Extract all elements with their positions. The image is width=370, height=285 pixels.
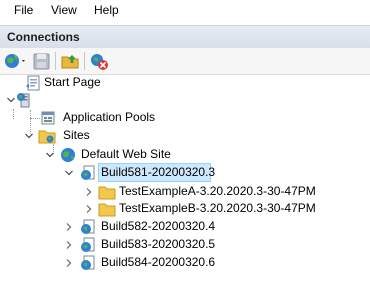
- web-app-icon: [79, 164, 97, 182]
- tree-item-server[interactable]: [4, 90, 64, 110]
- tree-item-default-web-site[interactable]: Default Web Site: [42, 145, 202, 165]
- test-example-b-label: TestExampleB-3.20.2020.3-30-47PM: [119, 201, 316, 215]
- toolbar-separator: [55, 52, 56, 70]
- chevron-down-icon[interactable]: [45, 149, 55, 159]
- application-pools-label: Application Pools: [63, 110, 156, 124]
- tree-item-build581[interactable]: Build581-20200320.3: [62, 163, 222, 183]
- start-page-label: Start Page: [44, 75, 101, 89]
- tree-item-build584[interactable]: Build584-20200320.6: [62, 253, 222, 273]
- tree-item-test-example-b[interactable]: TestExampleB-3.20.2020.3-30-47PM: [82, 199, 342, 219]
- chevron-down-icon[interactable]: [24, 130, 34, 140]
- tree-item-build582[interactable]: Build582-20200320.4: [62, 217, 222, 237]
- build581-label: Build581-20200320.3: [101, 165, 216, 179]
- build582-label: Build582-20200320.4: [101, 219, 216, 233]
- save-button[interactable]: [32, 51, 52, 71]
- tree-item-application-pools[interactable]: Application Pools: [38, 108, 218, 128]
- default-web-site-label: Default Web Site: [81, 147, 171, 161]
- globe-icon: [59, 146, 77, 164]
- sites-folder-icon: [38, 127, 56, 145]
- menu-help[interactable]: Help: [94, 3, 119, 18]
- tree-item-sites[interactable]: Sites: [20, 126, 120, 146]
- chevron-right-icon[interactable]: [64, 239, 74, 249]
- chevron-right-icon[interactable]: [84, 186, 94, 196]
- chevron-down-icon[interactable]: [6, 94, 16, 104]
- menu-view[interactable]: View: [51, 3, 77, 18]
- folder-icon: [98, 200, 116, 218]
- chevron-right-icon[interactable]: [84, 203, 94, 213]
- build583-label: Build583-20200320.5: [101, 237, 216, 251]
- application-pools-icon: [39, 109, 57, 127]
- sites-label: Sites: [63, 128, 90, 142]
- disconnect-icon: [91, 54, 108, 70]
- build584-label: Build584-20200320.6: [101, 255, 216, 269]
- test-example-a-label: TestExampleA-3.20.2020.3-30-47PM: [119, 184, 316, 198]
- chevron-right-icon[interactable]: [64, 257, 74, 267]
- menu-file[interactable]: File: [14, 3, 33, 18]
- up-folder-icon: [61, 55, 79, 69]
- connections-title: Connections: [7, 30, 80, 44]
- chevron-down-icon[interactable]: [64, 167, 74, 177]
- save-icon: [33, 53, 50, 70]
- tree-item-build583[interactable]: Build583-20200320.5: [62, 235, 222, 255]
- web-app-icon: [79, 254, 97, 272]
- connect-globe-icon: [5, 54, 25, 68]
- connect-button[interactable]: [3, 51, 29, 71]
- tree-connector: [13, 109, 14, 119]
- chevron-right-icon[interactable]: [64, 221, 74, 231]
- toolbar-separator: [84, 52, 85, 70]
- server-icon: [16, 91, 34, 109]
- connections-toolbar: [0, 48, 370, 75]
- connections-header: Connections: [0, 25, 370, 49]
- menu-bar: File View Help: [0, 0, 370, 21]
- web-app-icon: [79, 218, 97, 236]
- web-app-icon: [79, 236, 97, 254]
- disconnect-button[interactable]: [89, 51, 109, 71]
- up-button[interactable]: [60, 51, 80, 71]
